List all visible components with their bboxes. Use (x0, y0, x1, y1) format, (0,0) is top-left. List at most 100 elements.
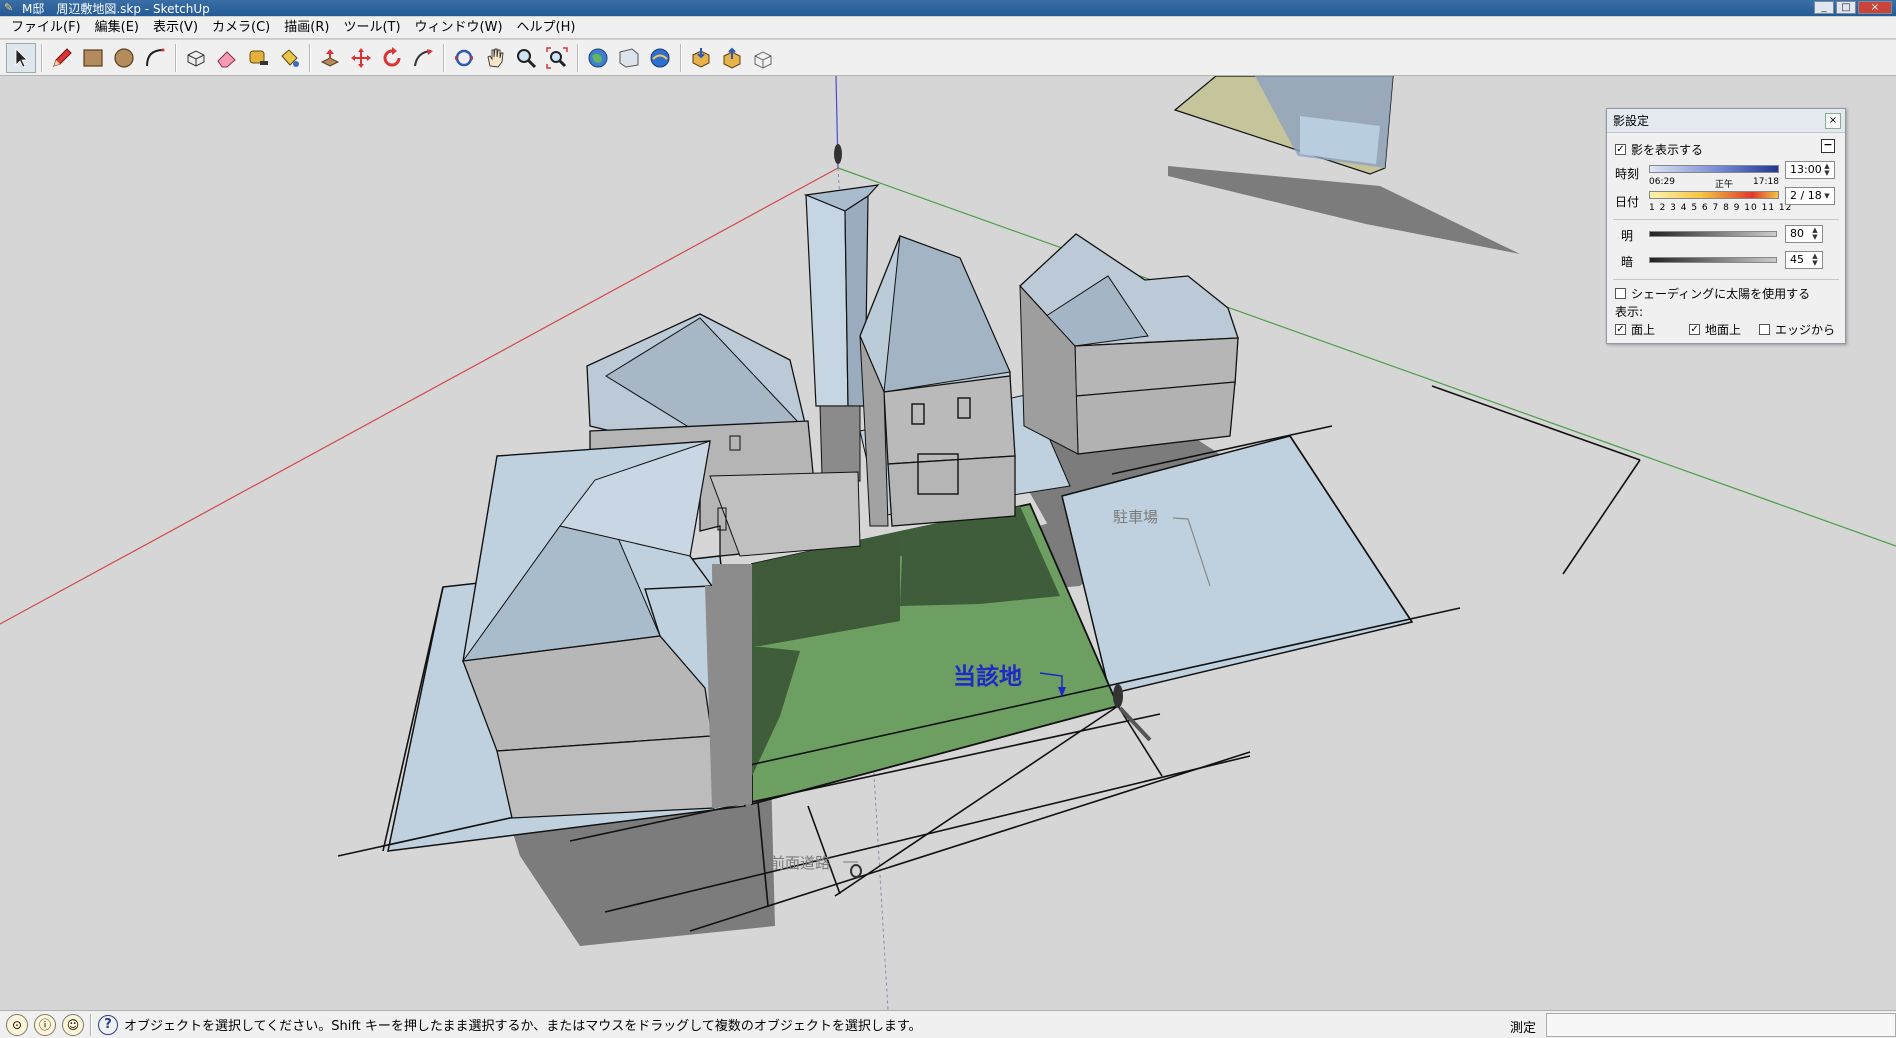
zoom-extents-tool-button[interactable] (542, 43, 572, 73)
select-icon (15, 47, 28, 68)
menu-draw[interactable]: 描画(R) (277, 17, 336, 39)
arc-tool-button[interactable] (140, 43, 170, 73)
display-label: 表示: (1615, 305, 1644, 319)
menu-help[interactable]: ヘルプ(H) (510, 17, 583, 39)
measurements-input[interactable] (1546, 1013, 1896, 1037)
sun-shading-label: シェーディングに太陽を使用する (1631, 287, 1811, 301)
zoom-tool-button[interactable] (511, 43, 541, 73)
dark-slider[interactable] (1649, 257, 1777, 263)
from-edges-checkbox[interactable] (1759, 324, 1771, 335)
paint-bucket-icon (281, 48, 299, 67)
dark-input[interactable]: 45 ▲ ▼ (1785, 251, 1823, 269)
building-middle (859, 235, 1016, 527)
far-building (1173, 76, 1394, 175)
building-right (1019, 233, 1239, 455)
rotate-icon (383, 46, 401, 66)
orbit-icon (455, 49, 473, 66)
geo-location-tool-button[interactable] (583, 43, 613, 73)
pan-tool-button[interactable] (480, 43, 510, 73)
sunrise-time: 06:29 (1649, 177, 1675, 187)
time-value: 13:00 (1790, 163, 1822, 176)
time-input[interactable]: 13:00 ▲ ▼ (1785, 161, 1835, 179)
follow-me-tool-button[interactable] (408, 43, 438, 73)
date-slider[interactable] (1649, 191, 1779, 199)
light-slider[interactable] (1649, 231, 1777, 237)
details-toggle-button[interactable]: − (1821, 139, 1835, 153)
sun-shading-checkbox[interactable] (1615, 288, 1626, 299)
maximize-button[interactable]: □ (1836, 1, 1856, 14)
on-ground-label: 地面上 (1705, 323, 1742, 337)
rotate-tool-button[interactable] (377, 43, 407, 73)
share-model-tool-button[interactable] (717, 43, 747, 73)
light-row: 明 (1621, 227, 1633, 244)
follow-me-icon (414, 48, 433, 66)
panel-close-button[interactable]: × (1825, 113, 1841, 129)
menu-view[interactable]: 表示(V) (146, 17, 205, 39)
extension-warehouse-tool-button[interactable] (748, 43, 778, 73)
on-ground-checkbox[interactable]: ✓ (1689, 324, 1701, 335)
make-component-tool-button[interactable] (181, 43, 211, 73)
toolbar-separator (309, 43, 311, 72)
menu-tools[interactable]: ツール(T) (336, 17, 407, 39)
user-icon[interactable]: ☺ (62, 1013, 84, 1036)
time-slider[interactable] (1649, 165, 1779, 173)
3d-warehouse-tool-button[interactable] (645, 43, 675, 73)
tape-measure-tool-button[interactable] (243, 43, 273, 73)
show-shadows-checkbox[interactable]: ✓ (1615, 144, 1626, 155)
orbit-tool-button[interactable] (449, 43, 479, 73)
3d-warehouse-icon (650, 48, 670, 67)
light-spinner-icon[interactable]: ▲ ▼ (1809, 227, 1821, 241)
light-label: 明 (1621, 229, 1634, 243)
select-tool-button[interactable] (6, 42, 36, 73)
push-pull-icon (320, 48, 340, 67)
time-spinner-icon[interactable]: ▲ ▼ (1821, 163, 1833, 177)
tape-measure-icon (249, 50, 268, 65)
menu-file[interactable]: ファイル(F) (4, 17, 88, 39)
dark-row: 暗 (1621, 253, 1633, 270)
move-tool-button[interactable] (346, 43, 376, 73)
noon-label: 正午 (1715, 180, 1734, 190)
rectangle-tool-button[interactable] (78, 43, 108, 73)
pencil-icon (53, 47, 72, 67)
dark-spinner-icon[interactable]: ▲ ▼ (1809, 253, 1821, 267)
circle-tool-button[interactable] (109, 43, 139, 73)
window-controls: _ □ × (1814, 1, 1892, 14)
geo-location-icon (588, 48, 608, 67)
measurements-label: 測定 (1509, 1021, 1536, 1036)
dark-label: 暗 (1621, 255, 1634, 269)
display-options-row: ✓ 面上 ✓ 地面上 エッジから (1615, 321, 1835, 338)
zoom-extents-icon (546, 46, 568, 69)
menu-camera[interactable]: カメラ(C) (205, 17, 277, 39)
menu-bar: ファイル(F) 編集(E) 表示(V) カメラ(C) 描画(R) ツール(T) … (0, 17, 1896, 39)
light-input[interactable]: 80 ▲ ▼ (1785, 225, 1823, 243)
toolbar-separator (443, 43, 445, 72)
panel-title: 影設定 (1607, 109, 1845, 133)
help-icon[interactable]: ? (98, 1014, 118, 1035)
close-button[interactable]: × (1858, 1, 1892, 14)
pencil-tool-button[interactable] (47, 43, 77, 73)
time-label: 時刻 (1615, 167, 1640, 181)
sun-shading-row: シェーディングに太陽を使用する (1615, 285, 1810, 302)
window-title: M邸 周辺敷地図.skp - SketchUp (22, 1, 210, 16)
date-select[interactable]: 2 / 18 ▼ (1785, 187, 1835, 205)
time-row: 時刻 (1615, 165, 1639, 182)
extension-warehouse-icon (754, 50, 772, 69)
get-models-tool-button[interactable] (686, 43, 716, 73)
menu-edit[interactable]: 編集(E) (88, 17, 146, 39)
subject-site-label: 当該地 (953, 664, 1022, 690)
front-road-label: 前面道路 (770, 854, 831, 872)
push-pull-tool-button[interactable] (315, 43, 345, 73)
geo-icon[interactable]: ⊙ (6, 1013, 28, 1036)
minimize-button[interactable]: _ (1814, 1, 1834, 14)
credit-icon[interactable]: ⓘ (34, 1013, 56, 1036)
eraser-tool-button[interactable] (212, 43, 242, 73)
on-faces-label: 面上 (1631, 323, 1656, 337)
on-faces-checkbox[interactable]: ✓ (1615, 324, 1626, 335)
paint-bucket-tool-button[interactable] (274, 43, 304, 73)
menu-window[interactable]: ウィンドウ(W) (408, 17, 510, 39)
chevron-down-icon[interactable]: ▼ (1821, 189, 1833, 203)
toolbar-separator (41, 43, 43, 72)
light-value: 80 (1790, 227, 1804, 240)
panel-divider (1613, 279, 1839, 280)
photo-texture-tool-button[interactable] (614, 43, 644, 73)
